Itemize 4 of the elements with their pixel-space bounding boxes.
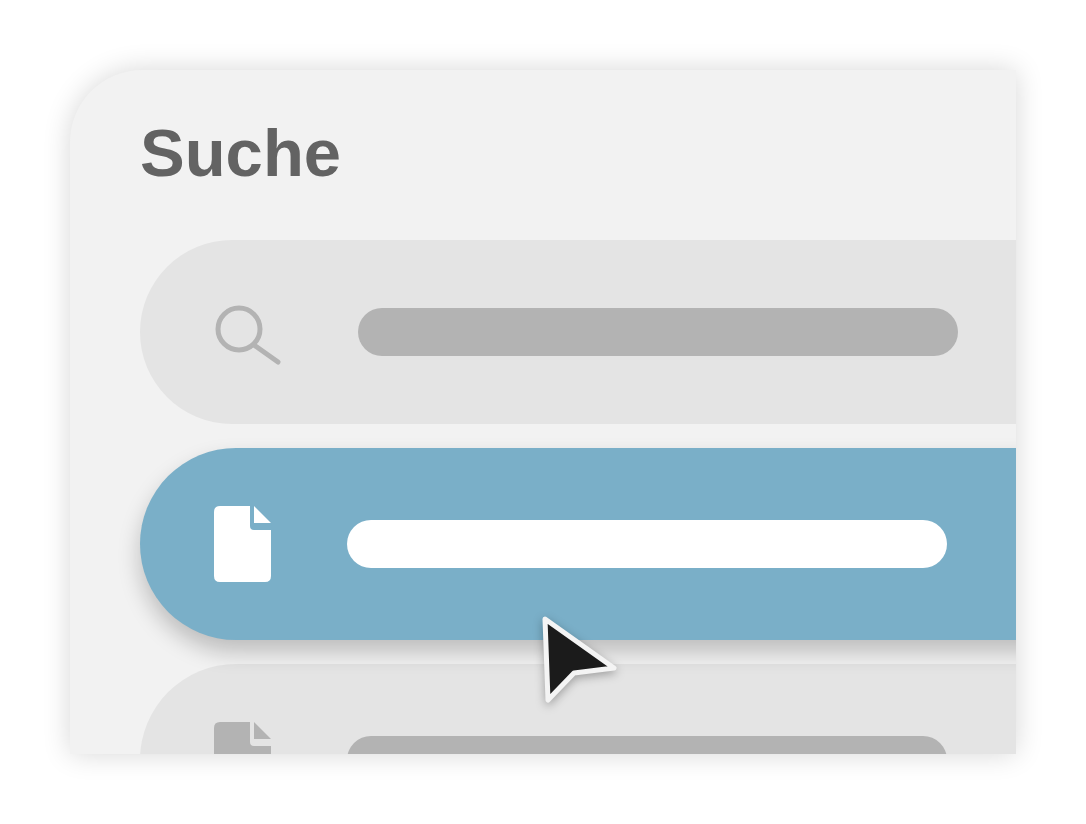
file-icon [214, 506, 271, 582]
search-field[interactable] [140, 240, 1016, 424]
panel-title: Suche [140, 119, 343, 186]
result-item[interactable] [140, 448, 1016, 640]
